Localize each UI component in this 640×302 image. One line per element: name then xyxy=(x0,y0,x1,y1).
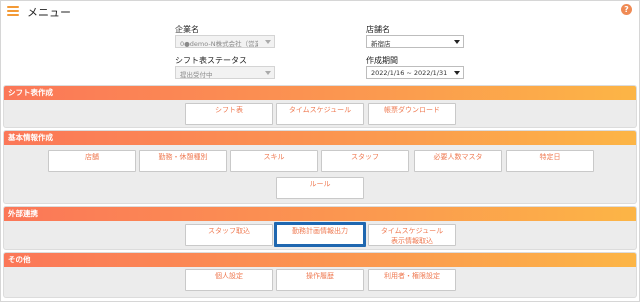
period-label: 作成期間 xyxy=(366,56,398,65)
time-schedule-button[interactable]: タイムスケジュール xyxy=(276,103,364,125)
specific-date-button[interactable]: 特定日 xyxy=(506,150,594,172)
required-staff-master-button[interactable]: 必要人数マスタ xyxy=(414,150,502,172)
operation-history-button[interactable]: 操作履歴 xyxy=(276,269,364,291)
store-select[interactable]: 新宿店 xyxy=(366,35,464,48)
shift-status-label: シフト表ステータス xyxy=(175,56,247,65)
store-value: 新宿店 xyxy=(371,40,391,48)
external-section: 外部連携 スタッフ取込 勤務計画情報出力 タイムスケジュール 表示情報取込 xyxy=(3,206,637,250)
chevron-down-icon xyxy=(265,71,271,75)
time-schedule-import-button[interactable]: タイムスケジュール 表示情報取込 xyxy=(368,224,456,246)
basic-info-section-header: 基本情報作成 xyxy=(4,131,636,145)
shift-section-header: シフト表作成 xyxy=(4,86,636,100)
chevron-down-icon xyxy=(454,40,460,44)
other-section: その他 個人設定 操作履歴 利用者・権限設定 xyxy=(3,252,637,298)
external-section-header: 外部連携 xyxy=(4,207,636,221)
work-break-type-button[interactable]: 勤務・休憩種別 xyxy=(139,150,227,172)
staff-button[interactable]: スタッフ xyxy=(321,150,409,172)
chevron-down-icon xyxy=(454,71,460,75)
help-icon[interactable]: ? xyxy=(621,4,632,15)
store-button[interactable]: 店舗 xyxy=(48,150,136,172)
shift-status-select: 提出受付中 xyxy=(175,66,275,79)
hamburger-menu-icon[interactable] xyxy=(7,6,19,16)
company-label: 企業名 xyxy=(175,25,199,34)
company-select: 0●demo-N株式会社（営業： xyxy=(175,35,275,48)
period-value: 2022/1/16 ~ 2022/1/31 xyxy=(371,69,447,77)
skill-button[interactable]: スキル xyxy=(230,150,318,172)
period-select[interactable]: 2022/1/16 ~ 2022/1/31 xyxy=(366,66,464,79)
store-label: 店舗名 xyxy=(366,25,390,34)
shift-section: シフト表作成 シフト表 タイムスケジュール 帳票ダウンロード xyxy=(3,85,637,128)
page-title: メニュー xyxy=(27,6,71,19)
shift-status-value: 提出受付中 xyxy=(180,71,213,79)
company-value: 0●demo-N株式会社（営業： xyxy=(180,40,258,48)
rule-button[interactable]: ルール xyxy=(276,177,364,199)
other-section-header: その他 xyxy=(4,253,636,267)
user-permission-settings-button[interactable]: 利用者・権限設定 xyxy=(368,269,456,291)
basic-info-section: 基本情報作成 店舗 勤務・休憩種別 スキル スタッフ 必要人数マスタ 特定日 ル… xyxy=(3,130,637,204)
work-plan-export-button[interactable]: 勤務計画情報出力 xyxy=(274,222,366,247)
shift-table-button[interactable]: シフト表 xyxy=(185,103,273,125)
staff-import-button[interactable]: スタッフ取込 xyxy=(185,224,273,246)
personal-settings-button[interactable]: 個人設定 xyxy=(185,269,273,291)
report-download-button[interactable]: 帳票ダウンロード xyxy=(368,103,456,125)
chevron-down-icon xyxy=(265,40,271,44)
